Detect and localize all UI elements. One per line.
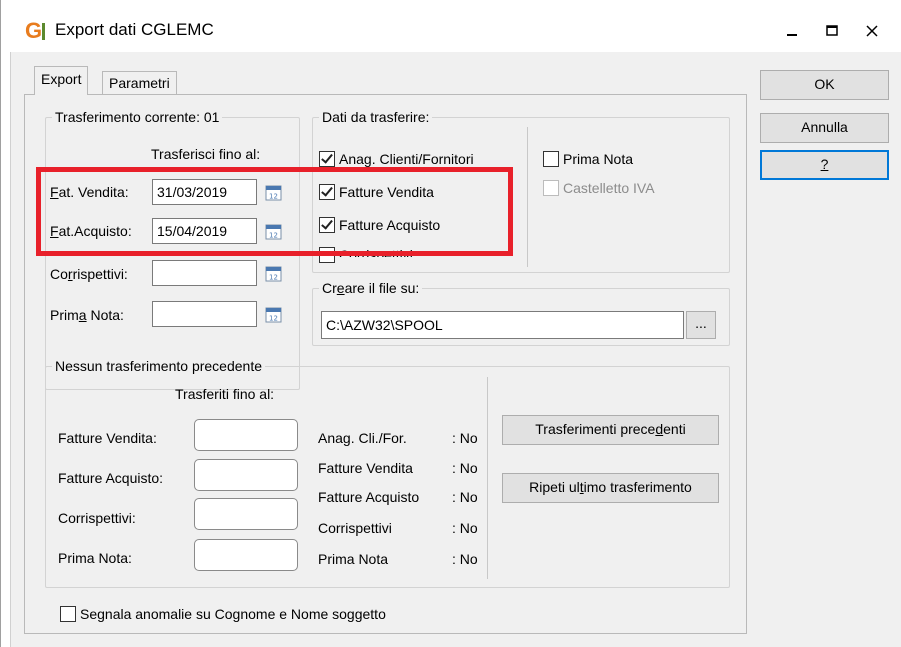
group-title-creare-file: Creare il file su:: [319, 279, 423, 297]
svg-text:12: 12: [269, 193, 278, 201]
ripeti-ultimo-trasferimento-button[interactable]: Ripeti ultimo trasferimento: [502, 473, 719, 503]
prima-nota-label: Prima Nota:: [50, 307, 124, 323]
tab-export[interactable]: Export: [34, 66, 89, 95]
corrispettivi-date-input[interactable]: [152, 260, 257, 286]
castelletto-iva-label: Castelletto IVA: [563, 180, 655, 196]
separator: [527, 127, 528, 267]
group-title-precedente: Nessun trasferimento precedente: [52, 357, 265, 375]
annulla-button[interactable]: Annulla: [760, 113, 889, 143]
status-anag-value: : No: [452, 430, 478, 446]
corrispettivi-label: Corrispettivi: [339, 247, 413, 257]
svg-text:12: 12: [269, 232, 278, 240]
status-corrispettivi-value: : No: [452, 520, 478, 536]
status-anag-label: Anag. Cli./For.: [318, 430, 407, 446]
prima-nota-date-input[interactable]: [152, 301, 257, 327]
minimize-icon: [787, 34, 797, 36]
ok-button[interactable]: OK: [760, 70, 889, 100]
corrispettivi-checkbox[interactable]: [319, 247, 335, 263]
maximize-button[interactable]: [812, 16, 852, 46]
calendar-icon[interactable]: 12: [265, 222, 282, 240]
window-title: Export dati CGLEMC: [55, 20, 214, 39]
prev-fatture-acquisto-input[interactable]: [194, 459, 298, 491]
svg-text:12: 12: [269, 274, 278, 282]
fat-acquisto-date-input[interactable]: 15/04/2019: [152, 218, 257, 244]
prev-fatture-acquisto-label: Fatture Acquisto:: [58, 470, 164, 486]
fat-acquisto-label: Fat.Acquisto:: [50, 223, 132, 239]
fatture-acquisto-checkbox[interactable]: [319, 217, 335, 233]
fatture-vendita-checkbox[interactable]: [319, 184, 335, 200]
status-prima-nota-label: Prima Nota: [318, 551, 389, 567]
prev-fatture-vendita-label: Fatture Vendita:: [58, 430, 157, 446]
minimize-button[interactable]: [772, 16, 812, 46]
trasferiti-fino-al-label: Trasferiti fino al:: [175, 386, 275, 402]
maximize-icon: [826, 25, 838, 36]
status-fatture-acquisto-label: Fatture Acquisto: [318, 489, 420, 505]
prev-corrispettivi-label: Corrispettivi:: [58, 510, 136, 526]
fatture-vendita-label: Fatture Vendita: [339, 184, 434, 200]
status-fatture-acquisto-value: : No: [452, 489, 478, 505]
close-icon: [866, 25, 878, 37]
corrispettivi-label: Corrispettivi:: [50, 266, 128, 282]
help-button[interactable]: ?: [760, 150, 889, 180]
title-bar: G Export dati CGLEMC: [1, 0, 901, 52]
anag-clienti-checkbox[interactable]: [319, 151, 335, 167]
tab-parametri[interactable]: Parametri: [102, 71, 177, 94]
segnala-anomalie-checkbox[interactable]: [60, 606, 76, 622]
app-logo-icon: G: [25, 20, 51, 42]
calendar-icon[interactable]: 12: [265, 264, 282, 282]
close-button[interactable]: [852, 16, 892, 46]
prev-prima-nota-label: Prima Nota:: [58, 550, 132, 566]
castelletto-iva-checkbox[interactable]: [543, 180, 559, 196]
prima-nota-check-label: Prima Nota: [563, 151, 634, 167]
status-corrispettivi-label: Corrispettivi: [318, 520, 392, 536]
anag-clienti-label: Anag. Clienti/Fornitori: [339, 151, 474, 167]
calendar-icon[interactable]: 12: [265, 183, 282, 201]
browse-button[interactable]: ...: [686, 311, 716, 339]
export-tab-panel: Trasferimento corrente: 01 Trasferisci f…: [24, 94, 747, 634]
export-dialog-window: G Export dati CGLEMC Export Parametri Tr…: [0, 0, 901, 647]
trasferimenti-precedenti-button[interactable]: Trasferimenti precedenti: [502, 415, 719, 445]
prev-corrispettivi-input[interactable]: [194, 498, 298, 530]
calendar-icon[interactable]: 12: [265, 305, 282, 323]
prev-prima-nota-input[interactable]: [194, 539, 298, 571]
trasferisci-fino-al-label: Trasferisci fino al:: [151, 146, 261, 162]
fat-vendita-label: Fat. Vendita:: [50, 184, 129, 200]
fat-vendita-date-input[interactable]: 31/03/2019: [152, 179, 257, 205]
dialog-body: Export Parametri Trasferimento corrente:…: [10, 52, 901, 647]
prev-fatture-vendita-input[interactable]: [194, 419, 298, 451]
status-fatture-vendita-value: : No: [452, 460, 478, 476]
prima-nota-checkbox[interactable]: [543, 151, 559, 167]
status-fatture-vendita-label: Fatture Vendita: [318, 460, 413, 476]
fatture-acquisto-label: Fatture Acquisto: [339, 217, 441, 233]
file-path-input[interactable]: C:\AZW32\SPOOL: [321, 311, 684, 339]
svg-text:12: 12: [269, 315, 278, 323]
status-prima-nota-value: : No: [452, 551, 478, 567]
group-title-trasferimento: Trasferimento corrente: 01: [52, 108, 223, 126]
segnala-anomalie-label: Segnala anomalie su Cognome e Nome sogge…: [80, 606, 386, 622]
separator: [487, 377, 488, 579]
group-title-dati: Dati da trasferire:: [319, 108, 433, 126]
